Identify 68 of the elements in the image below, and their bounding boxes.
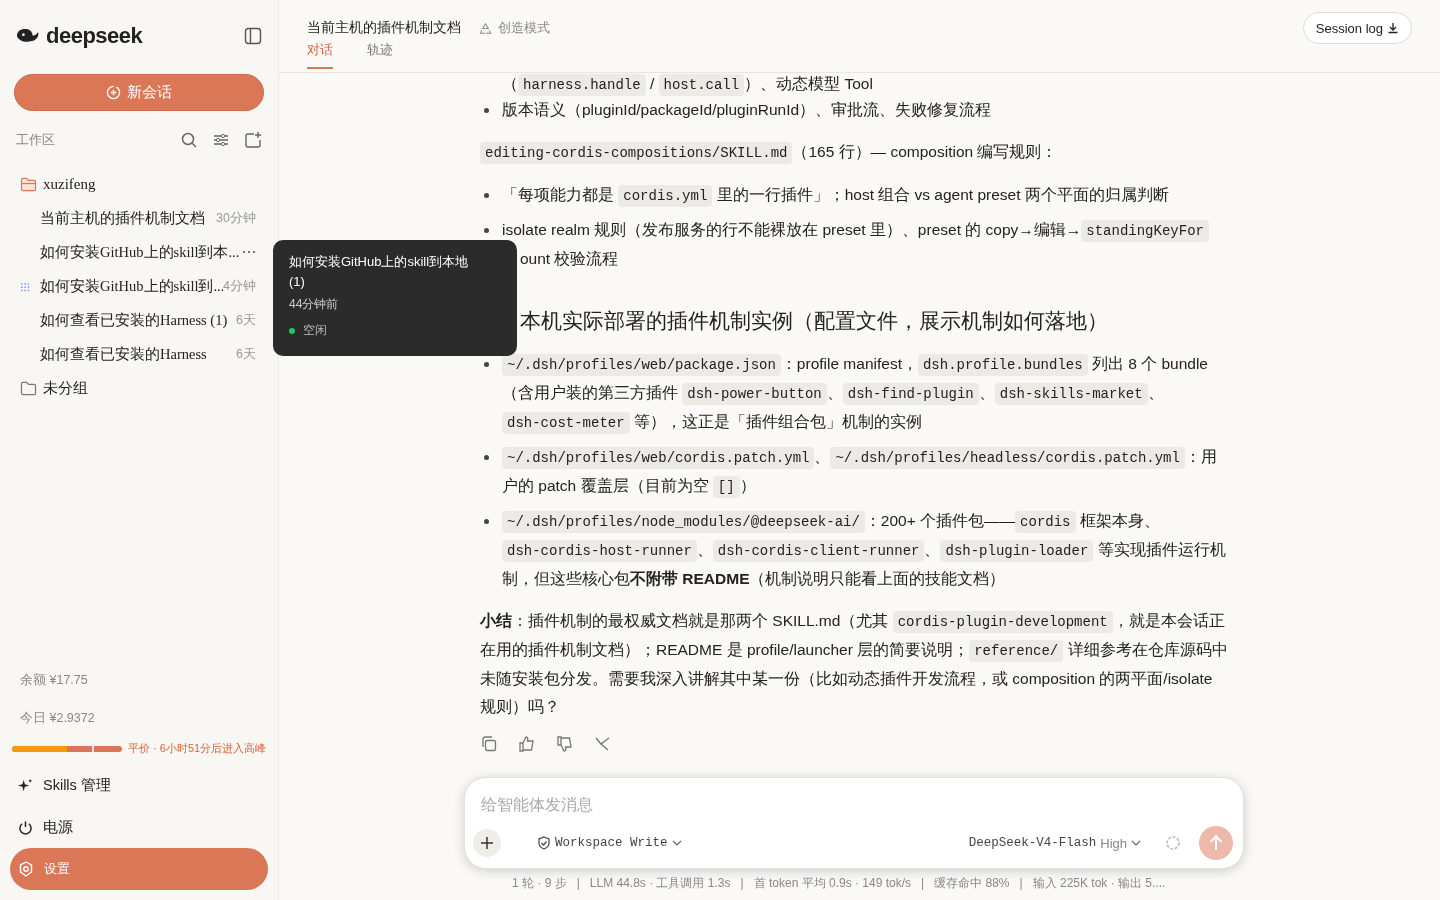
spinner-icon	[1165, 835, 1181, 851]
message-input[interactable]: 给智能体发消息	[473, 790, 1233, 820]
thumbs-up-icon[interactable]	[518, 735, 536, 753]
paragraph: editing-cordis-compositions/SKILL.md （165 行）— composition 编写规则：	[480, 138, 1230, 167]
more-icon[interactable]	[242, 250, 256, 254]
session-item[interactable]: 当前主机的插件机制文档 30分钟	[10, 201, 268, 235]
paragraph: 小结：插件机制的最权威文档就是那两个 SKILL.md（尤其 cordis-plugin-development ，就是本会话正在用的插件机制文档）；README 是 profile/launcher 层的简要说明； reference/ 详细参考在仓库源码中未随安装包分发。需要我深入讲解其中某一份（比如动态插件开发流程，或 composition 的两平面/isolate 规则）吗？	[480, 610, 1229, 717]
bullet-icon	[484, 193, 489, 198]
session-item[interactable]: 如何安装GitHub上的skill到...4分钟	[10, 269, 268, 303]
open-folder-icon	[20, 176, 37, 192]
bullet-icon	[484, 228, 489, 233]
shield-icon	[537, 836, 551, 850]
list-item-text: isolate realm 规则（发布服务的行不能裸放在 preset 里）、preset 的 copy→编辑→ standingKeyFor	[502, 216, 1209, 245]
brand-name: deepseek	[46, 23, 143, 49]
list-item-text: 版本语义（pluginId/packageId/pluginRunId）、审批流、失败修复流程	[502, 100, 992, 120]
folder-icon	[20, 380, 37, 396]
bullet-icon	[484, 362, 489, 367]
search-icon[interactable]	[180, 131, 198, 149]
menu-item[interactable]: 电源	[10, 806, 268, 848]
folder-item[interactable]: xuzifeng	[10, 167, 268, 201]
tooltip-title: 如何安装GitHub上的skill到本地 (1)	[289, 253, 470, 291]
chevron-down-icon	[671, 840, 682, 846]
today-cost-text: 今日 ¥2.9372	[19, 710, 96, 727]
permission-dropdown[interactable]: Workspace Write	[531, 836, 688, 850]
menu-item[interactable]: Skills 管理	[10, 764, 268, 806]
sidebar-toggle-icon[interactable]	[244, 27, 262, 45]
balance-text: 余额 ¥17.75	[19, 672, 89, 689]
list-item-text: 「每项能力都是 cordis.yml 里的一行插件」；host 组合 vs agent preset 两个平面的归属判断	[502, 181, 1169, 210]
tab[interactable]: 对话	[307, 41, 333, 69]
section-heading: 本机实际部署的插件机制实例（配置文件，展示机制如何落地）	[520, 308, 1109, 335]
sparkle-icon	[18, 777, 33, 793]
plus-icon	[480, 836, 494, 850]
bullet-icon	[484, 519, 489, 524]
chevron-down-icon	[1131, 840, 1141, 846]
branch-icon[interactable]	[594, 735, 612, 753]
add-button[interactable]	[473, 829, 501, 857]
bullet-icon	[484, 108, 489, 113]
plus-circle-icon	[106, 85, 121, 100]
download-icon	[1387, 22, 1399, 34]
list-item-text: ount 校验流程	[519, 249, 620, 269]
new-folder-icon[interactable]	[244, 131, 262, 149]
session-item[interactable]: 如何查看已安装的Harness (1) 6天	[10, 303, 268, 337]
copy-icon[interactable]	[480, 735, 498, 753]
list-item-text: ~/.dsh/profiles/node_modules/@deepseek-ai/ ：200+ 个插件包—— cordis 框架本身、 dsh-cordis-host-runner 、 dsh-cordis-client-runner 、 dsh-plugin-loader 等实现插件运行机制，但这些核心包不附带 README（机制说明只能看上面的技能文档）	[502, 510, 1227, 589]
message-composer[interactable]: 给智能体发消息 Workspace Write DeepSeek-V4-Flash High	[464, 777, 1244, 869]
folder-item[interactable]: 未分组	[10, 371, 268, 405]
workspace-label: 工作区	[16, 131, 56, 149]
list-item-text: （ harness.handle / host.call ）、动态模型 Tool	[480, 73, 1230, 99]
arrow-up-icon	[1207, 834, 1225, 852]
session-item[interactable]: 如何查看已安装的Harness 6天	[10, 337, 268, 371]
session-log-button[interactable]: Session log	[1302, 12, 1412, 44]
list-item-text: ~/.dsh/profiles/web/package.json ：profile manifest， dsh.profile.bundles 列出 8 个 bundle（含用户装的第三方插件 dsh-power-button 、 dsh-find-plugin 、 dsh-skills-market 、 dsh-cost-meter 等），这正是「插件组合包」机制的实例	[502, 350, 1230, 437]
recycle-icon	[479, 21, 492, 35]
session-item[interactable]: 如何安装GitHub上的skill到本...	[10, 235, 268, 269]
thumbs-down-icon[interactable]	[556, 735, 574, 753]
price-status-text: 平价 · 6小时51分后进入高峰	[128, 741, 267, 756]
conversation-title: 当前主机的插件机制文档	[307, 19, 461, 37]
stats-text: 1 轮 · 9 步 | LLM 44.8s · 工具调用 1.3s | 首 token 平均 0.9s · 149 tok/s | 缓存命中 88% | 输入 225K tok · 输出 5....	[512, 875, 1167, 892]
status-text: 空闲	[303, 322, 327, 339]
power-icon	[18, 819, 33, 835]
model-dropdown[interactable]: DeepSeek-V4-Flash High	[962, 835, 1147, 851]
filter-icon[interactable]	[212, 131, 230, 149]
tooltip-time: 44分钟前	[289, 296, 340, 313]
settings-icon	[18, 861, 34, 877]
tab[interactable]: 轨迹	[367, 41, 393, 69]
bullet-icon	[484, 455, 489, 460]
mode-label: 创造模式	[498, 19, 550, 37]
list-item-text: ~/.dsh/profiles/web/cordis.patch.yml 、 ~/.dsh/profiles/headless/cordis.patch.yml ：用户的 patch 覆盖层（目前为空 [] ）	[502, 443, 1230, 501]
